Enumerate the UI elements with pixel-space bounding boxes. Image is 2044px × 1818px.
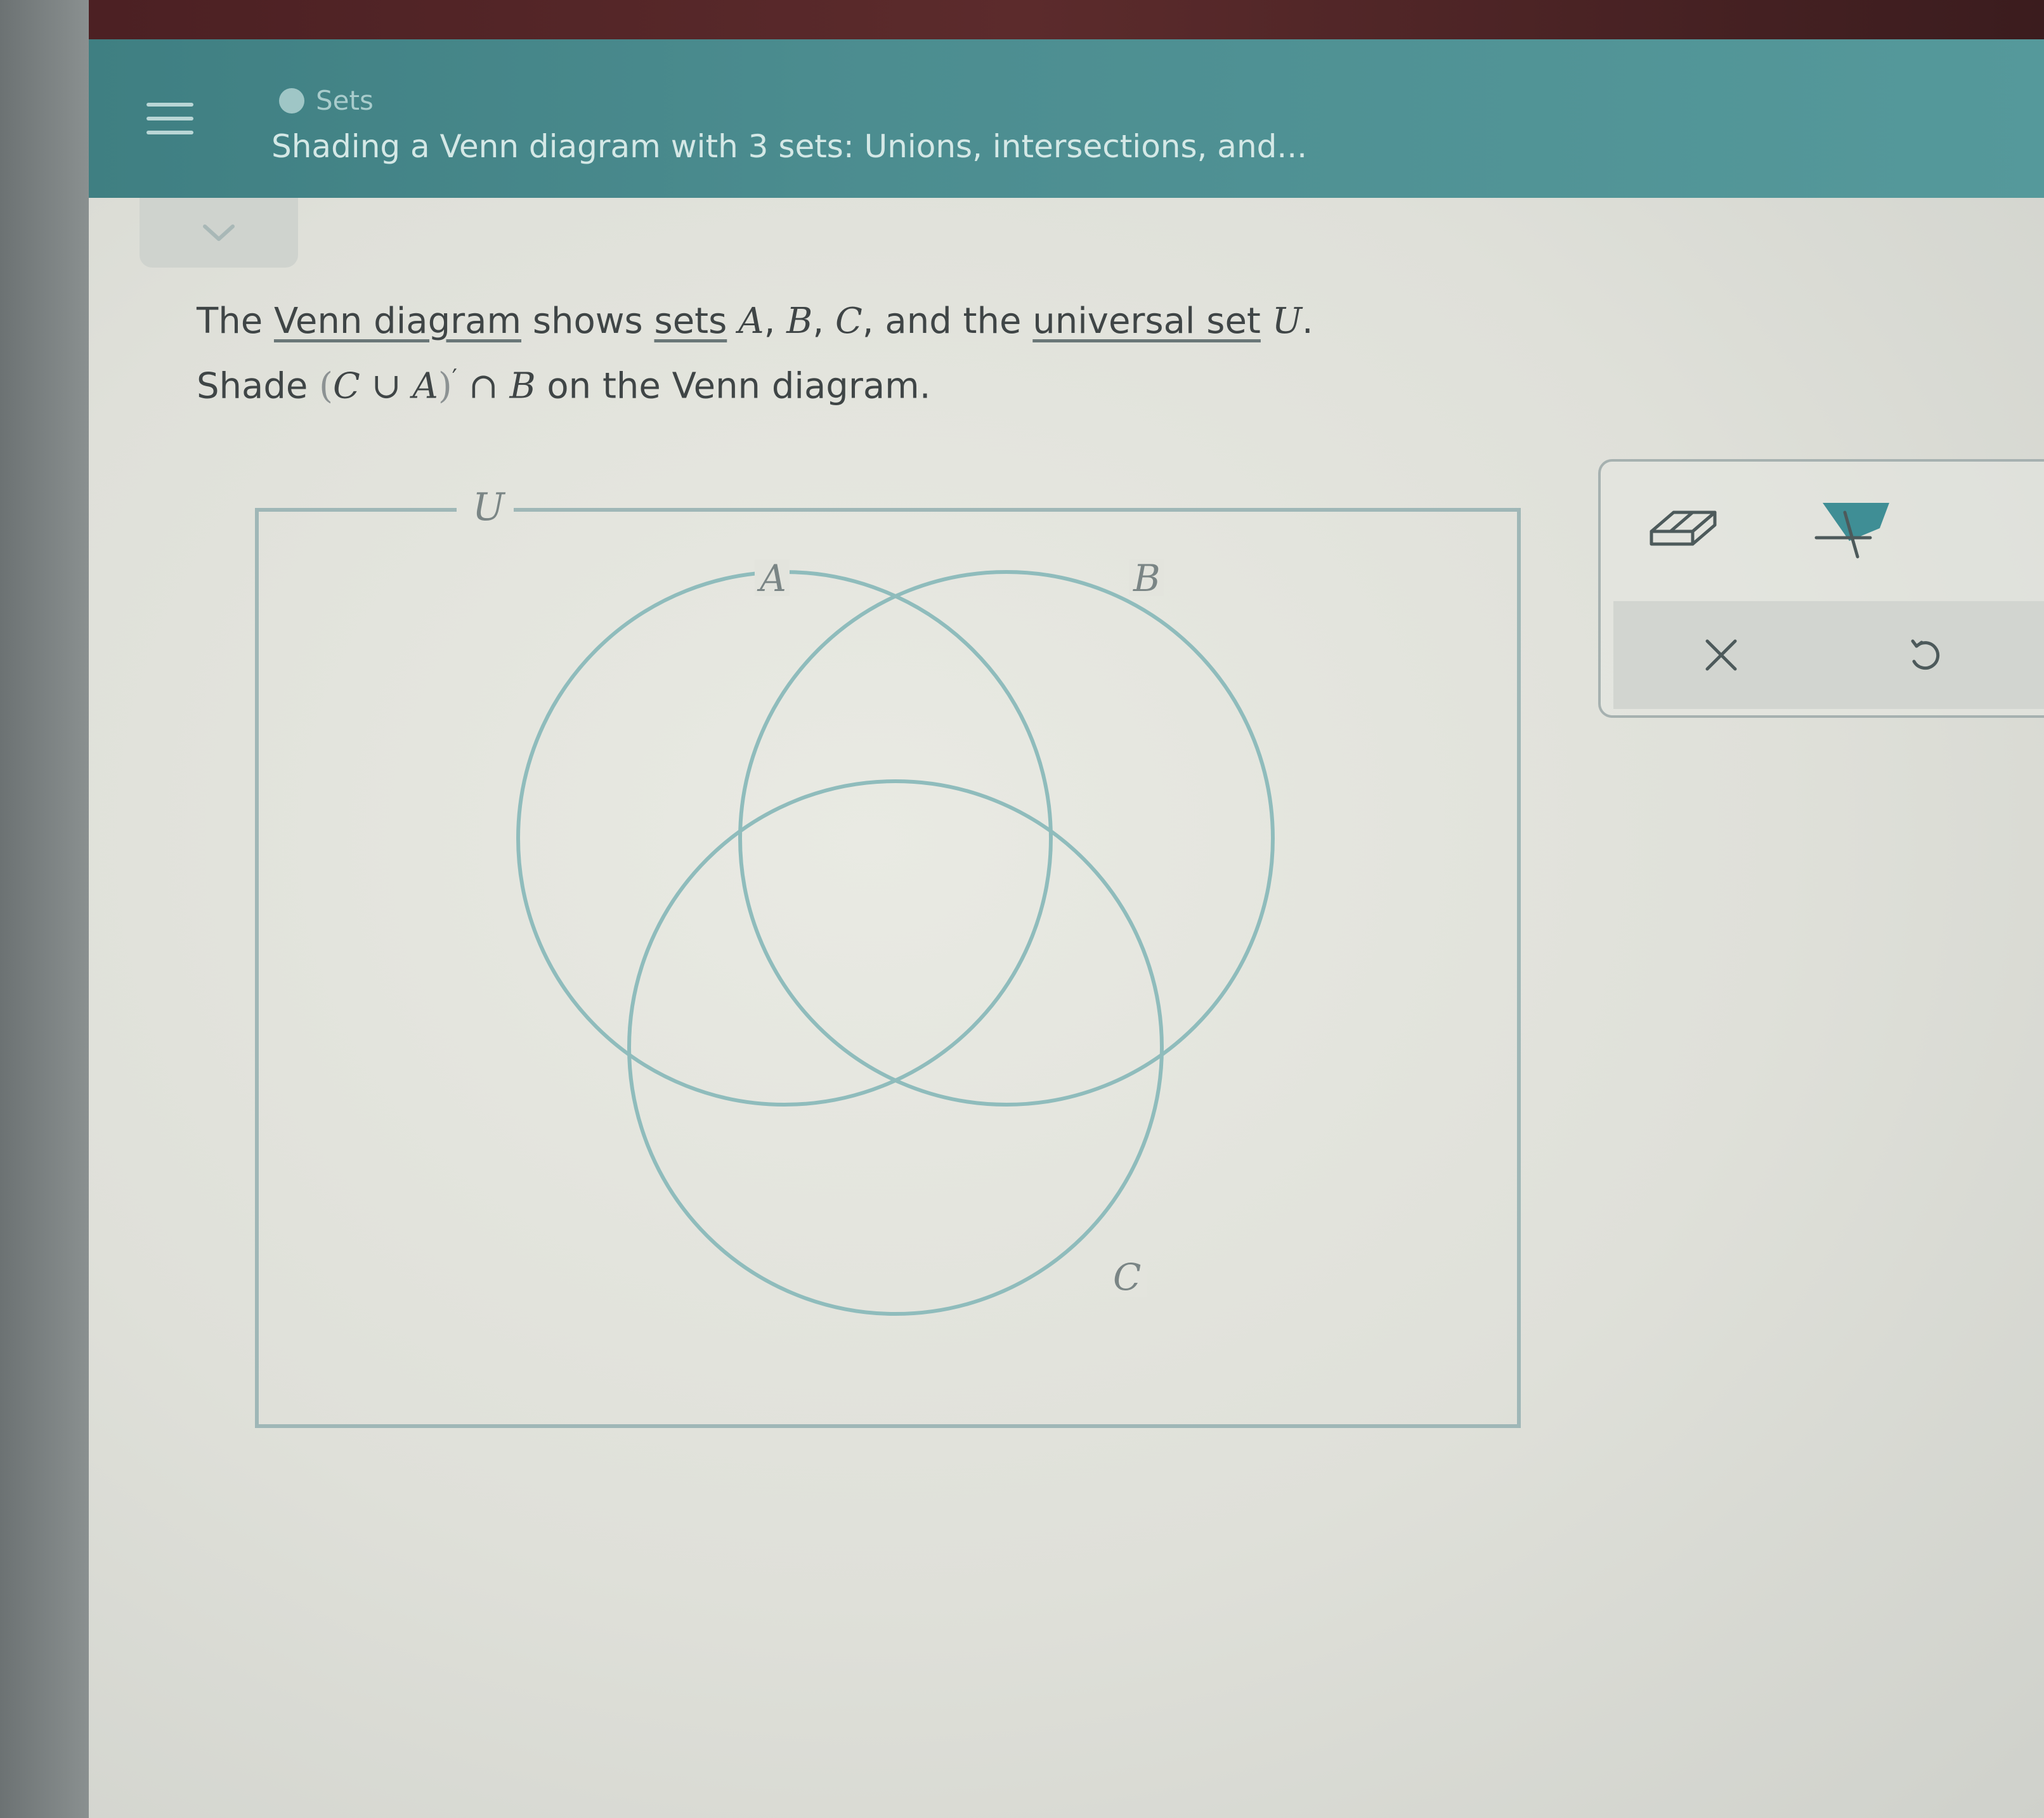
clear-button[interactable]: [1664, 614, 1778, 696]
text: , and the: [862, 301, 1033, 342]
universal-set-rectangle[interactable]: [255, 508, 1521, 1428]
shading-tool-panel: [1598, 459, 2044, 718]
eraser-button[interactable]: [1626, 487, 1740, 569]
screen: Sets Shading a Venn diagram with 3 sets:…: [89, 39, 2044, 1818]
set-a-label: A: [757, 557, 786, 600]
universal-set-label: U: [472, 485, 506, 529]
math-set-c: C: [835, 301, 863, 342]
topic-label: Sets: [316, 85, 374, 116]
math-set-c: C: [333, 365, 360, 407]
math-set-u: U: [1272, 301, 1302, 342]
tool-row-top: [1601, 462, 2044, 595]
text: ,: [812, 301, 835, 342]
venn-diagram-svg[interactable]: U A B C: [247, 471, 1535, 1472]
math-set-a: A: [738, 301, 764, 342]
undo-icon: [1911, 639, 1940, 670]
text: shows: [521, 301, 654, 342]
hamburger-icon-line: [146, 117, 193, 120]
text: The: [197, 301, 274, 342]
question-line-2: Shade (C ∪ A)′ ∩ B on the Venn diagram.: [197, 350, 1313, 415]
math-set-b: B: [786, 301, 813, 342]
set-b-circle[interactable]: [738, 570, 1275, 1107]
hamburger-icon-line: [146, 103, 193, 107]
monitor-bezel-left: [0, 0, 89, 1818]
link-sets[interactable]: sets: [654, 301, 727, 342]
set-b-label: B: [1133, 557, 1161, 600]
math-intersection: ∩: [457, 365, 510, 407]
math-paren-close: ): [438, 365, 452, 407]
fill-shade-icon: [1814, 503, 1889, 559]
eraser-icon: [1650, 510, 1717, 546]
chevron-down-icon: [203, 224, 235, 241]
text: [1261, 301, 1272, 342]
question-text: The Venn diagram shows sets A, B, C, and…: [197, 293, 1313, 415]
set-c-label: C: [1113, 1256, 1141, 1299]
math-complement: ′: [452, 365, 457, 391]
tool-row-bottom: [1613, 601, 2044, 709]
undo-button[interactable]: [1867, 614, 1981, 696]
menu-button[interactable]: [138, 87, 202, 150]
set-c-circle[interactable]: [627, 779, 1164, 1316]
collapse-header-button[interactable]: [140, 198, 298, 268]
set-a-circle[interactable]: [516, 570, 1053, 1107]
topic-status-icon: [279, 88, 304, 114]
hamburger-icon-line: [146, 131, 193, 134]
math-set-b: B: [509, 365, 536, 407]
text: Shade: [197, 365, 320, 407]
shade-region-button[interactable]: [1791, 481, 1918, 576]
venn-diagram[interactable]: U A B C: [247, 471, 1535, 1472]
math-union: ∪: [360, 365, 413, 407]
text: ,: [764, 301, 787, 342]
monitor-bezel-top: [0, 0, 2044, 44]
question-line-1: The Venn diagram shows sets A, B, C, and…: [197, 293, 1313, 350]
header-bar: Sets Shading a Venn diagram with 3 sets:…: [89, 39, 2044, 198]
topic-breadcrumb: Sets: [279, 85, 374, 116]
close-icon: [1705, 639, 1737, 671]
link-venn-diagram[interactable]: Venn diagram: [274, 301, 521, 342]
text: .: [1301, 301, 1313, 342]
lesson-title: Shading a Venn diagram with 3 sets: Unio…: [271, 128, 1308, 165]
text: on the Venn diagram.: [535, 365, 931, 407]
math-paren-open: (: [319, 365, 334, 407]
link-universal-set[interactable]: universal set: [1032, 301, 1261, 342]
math-set-a: A: [412, 365, 438, 407]
text: [727, 301, 738, 342]
